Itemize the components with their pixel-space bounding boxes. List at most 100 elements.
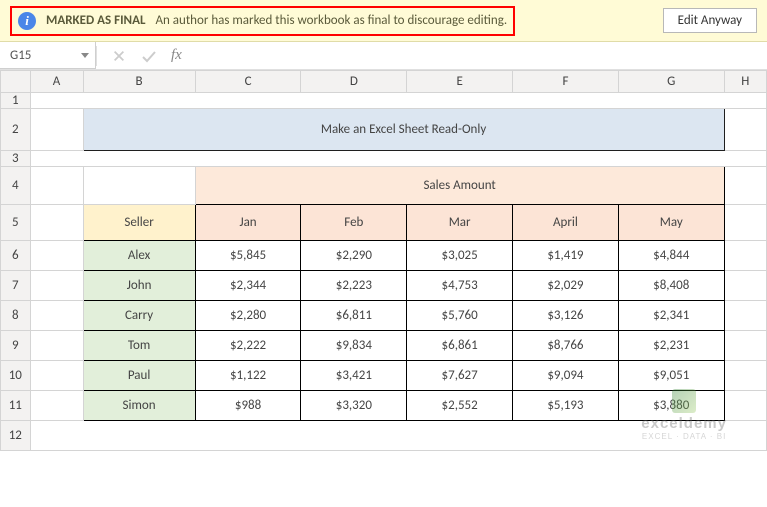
cell[interactable] [30, 109, 83, 151]
row-header[interactable]: 2 [1, 109, 31, 151]
chevron-down-icon [81, 53, 89, 58]
seller-cell[interactable]: John [83, 271, 195, 301]
col-header[interactable]: E [407, 71, 513, 93]
watermark-tag: EXCEL · DATA · BI [641, 432, 727, 441]
value-cell[interactable]: $2,552 [407, 391, 513, 421]
value-cell[interactable]: $8,408 [618, 271, 724, 301]
row-header[interactable]: 7 [1, 271, 31, 301]
value-cell[interactable]: $8,766 [513, 331, 619, 361]
row-header[interactable]: 9 [1, 331, 31, 361]
watermark-name: exceldemy [641, 415, 727, 432]
month-header[interactable]: Jan [195, 205, 301, 241]
row-header[interactable]: 8 [1, 301, 31, 331]
spreadsheet-grid[interactable]: A B C D E F G H 1 2 Make an Excel Sheet … [0, 70, 767, 451]
col-header[interactable]: A [30, 71, 83, 93]
seller-cell[interactable]: Alex [83, 241, 195, 271]
cell[interactable] [30, 167, 83, 205]
select-all-corner[interactable] [1, 71, 31, 93]
message-highlight-box: i MARKED AS FINAL An author has marked t… [10, 6, 515, 36]
message-bar: i MARKED AS FINAL An author has marked t… [0, 0, 767, 42]
value-cell[interactable]: $2,344 [195, 271, 301, 301]
value-cell[interactable]: $9,834 [301, 331, 407, 361]
value-cell[interactable]: $3,025 [407, 241, 513, 271]
value-cell[interactable]: $9,094 [513, 361, 619, 391]
seller-cell[interactable]: Paul [83, 361, 195, 391]
cell[interactable] [724, 301, 766, 331]
sales-amount-header[interactable]: Sales Amount [195, 167, 724, 205]
cell[interactable] [30, 301, 83, 331]
seller-cell[interactable]: Simon [83, 391, 195, 421]
cell[interactable] [724, 361, 766, 391]
cell[interactable] [30, 205, 83, 241]
fx-icon[interactable]: fx [171, 47, 182, 64]
value-cell[interactable]: $1,419 [513, 241, 619, 271]
col-header[interactable]: F [513, 71, 619, 93]
cell[interactable] [30, 241, 83, 271]
row-header[interactable]: 1 [1, 93, 31, 109]
cell[interactable] [30, 271, 83, 301]
value-cell[interactable]: $3,320 [301, 391, 407, 421]
cell[interactable] [724, 241, 766, 271]
value-cell[interactable]: $5,760 [407, 301, 513, 331]
value-cell[interactable]: $2,290 [301, 241, 407, 271]
cell[interactable] [724, 271, 766, 301]
month-header[interactable]: Mar [407, 205, 513, 241]
table-row: 7 John $2,344 $2,223 $4,753 $2,029 $8,40… [1, 271, 767, 301]
sheet-title[interactable]: Make an Excel Sheet Read-Only [83, 109, 724, 151]
value-cell[interactable]: $3,126 [513, 301, 619, 331]
cell[interactable] [30, 93, 766, 109]
value-cell[interactable]: $2,231 [618, 331, 724, 361]
watermark-logo-icon [672, 389, 696, 413]
seller-cell[interactable]: Tom [83, 331, 195, 361]
row-header[interactable]: 12 [1, 421, 31, 451]
value-cell[interactable]: $2,223 [301, 271, 407, 301]
message-description: An author has marked this workbook as fi… [155, 13, 507, 28]
value-cell[interactable]: $2,029 [513, 271, 619, 301]
value-cell[interactable]: $4,844 [618, 241, 724, 271]
row-header[interactable]: 5 [1, 205, 31, 241]
value-cell[interactable]: $4,753 [407, 271, 513, 301]
col-header[interactable]: G [618, 71, 724, 93]
col-header[interactable]: C [195, 71, 301, 93]
row-header[interactable]: 4 [1, 167, 31, 205]
value-cell[interactable]: $9,051 [618, 361, 724, 391]
watermark: exceldemy EXCEL · DATA · BI [641, 389, 727, 441]
row-header[interactable]: 6 [1, 241, 31, 271]
cancel-icon [111, 48, 127, 64]
cell[interactable] [83, 167, 195, 205]
value-cell[interactable]: $2,222 [195, 331, 301, 361]
cell[interactable] [724, 331, 766, 361]
cell[interactable] [30, 391, 83, 421]
cell[interactable] [724, 205, 766, 241]
value-cell[interactable]: $6,811 [301, 301, 407, 331]
edit-anyway-button[interactable]: Edit Anyway [663, 8, 757, 33]
value-cell[interactable]: $1,122 [195, 361, 301, 391]
cell[interactable] [724, 167, 766, 205]
cell[interactable] [724, 109, 766, 151]
value-cell[interactable]: $2,280 [195, 301, 301, 331]
row-header[interactable]: 11 [1, 391, 31, 421]
value-cell[interactable]: $2,341 [618, 301, 724, 331]
cell[interactable] [30, 331, 83, 361]
value-cell[interactable]: $7,627 [407, 361, 513, 391]
col-header[interactable]: H [724, 71, 766, 93]
month-header[interactable]: Feb [301, 205, 407, 241]
seller-cell[interactable]: Carry [83, 301, 195, 331]
month-header[interactable]: April [513, 205, 619, 241]
cell[interactable] [724, 391, 766, 421]
value-cell[interactable]: $5,193 [513, 391, 619, 421]
row-header[interactable]: 3 [1, 151, 31, 167]
cell[interactable] [30, 361, 83, 391]
value-cell[interactable]: $5,845 [195, 241, 301, 271]
table-row: 8 Carry $2,280 $6,811 $5,760 $3,126 $2,3… [1, 301, 767, 331]
value-cell[interactable]: $3,421 [301, 361, 407, 391]
col-header[interactable]: D [301, 71, 407, 93]
value-cell[interactable]: $988 [195, 391, 301, 421]
name-box[interactable]: G15 [0, 42, 96, 69]
month-header[interactable]: May [618, 205, 724, 241]
col-header[interactable]: B [83, 71, 195, 93]
seller-header[interactable]: Seller [83, 205, 195, 241]
cell[interactable] [30, 151, 766, 167]
value-cell[interactable]: $6,861 [407, 331, 513, 361]
row-header[interactable]: 10 [1, 361, 31, 391]
